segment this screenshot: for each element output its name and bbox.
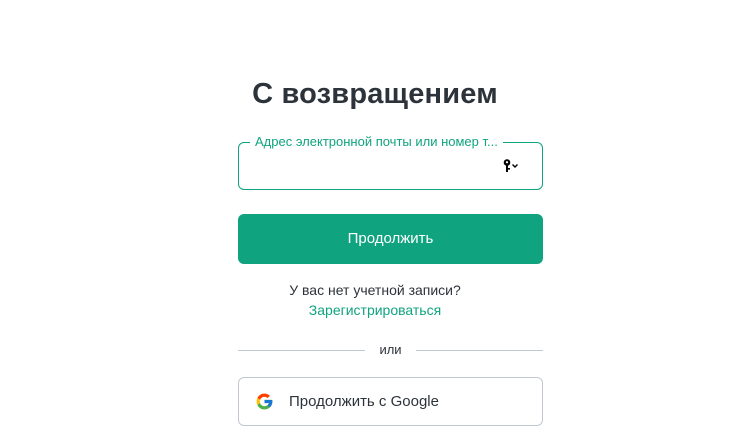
email-input[interactable]: [251, 153, 501, 179]
google-logo-icon: [255, 392, 274, 411]
page-title: С возвращением: [252, 78, 498, 110]
divider-right: [416, 350, 543, 351]
key-dropdown-icon[interactable]: [502, 158, 520, 174]
login-page: С возвращением Адрес электронной почты и…: [0, 0, 750, 433]
email-field-label: Адрес электронной почты или номер т...: [250, 134, 503, 150]
signup-link[interactable]: Зарегистрироваться: [0, 302, 750, 318]
google-button-label: Продолжить с Google: [289, 393, 439, 410]
divider-left: [238, 350, 365, 351]
no-account-text: У вас нет учетной записи?: [289, 282, 461, 298]
continue-with-google-button[interactable]: Продолжить с Google: [238, 377, 543, 426]
divider-text: или: [379, 342, 402, 357]
continue-button[interactable]: Продолжить: [238, 214, 543, 264]
email-field[interactable]: Адрес электронной почты или номер т...: [238, 134, 543, 190]
